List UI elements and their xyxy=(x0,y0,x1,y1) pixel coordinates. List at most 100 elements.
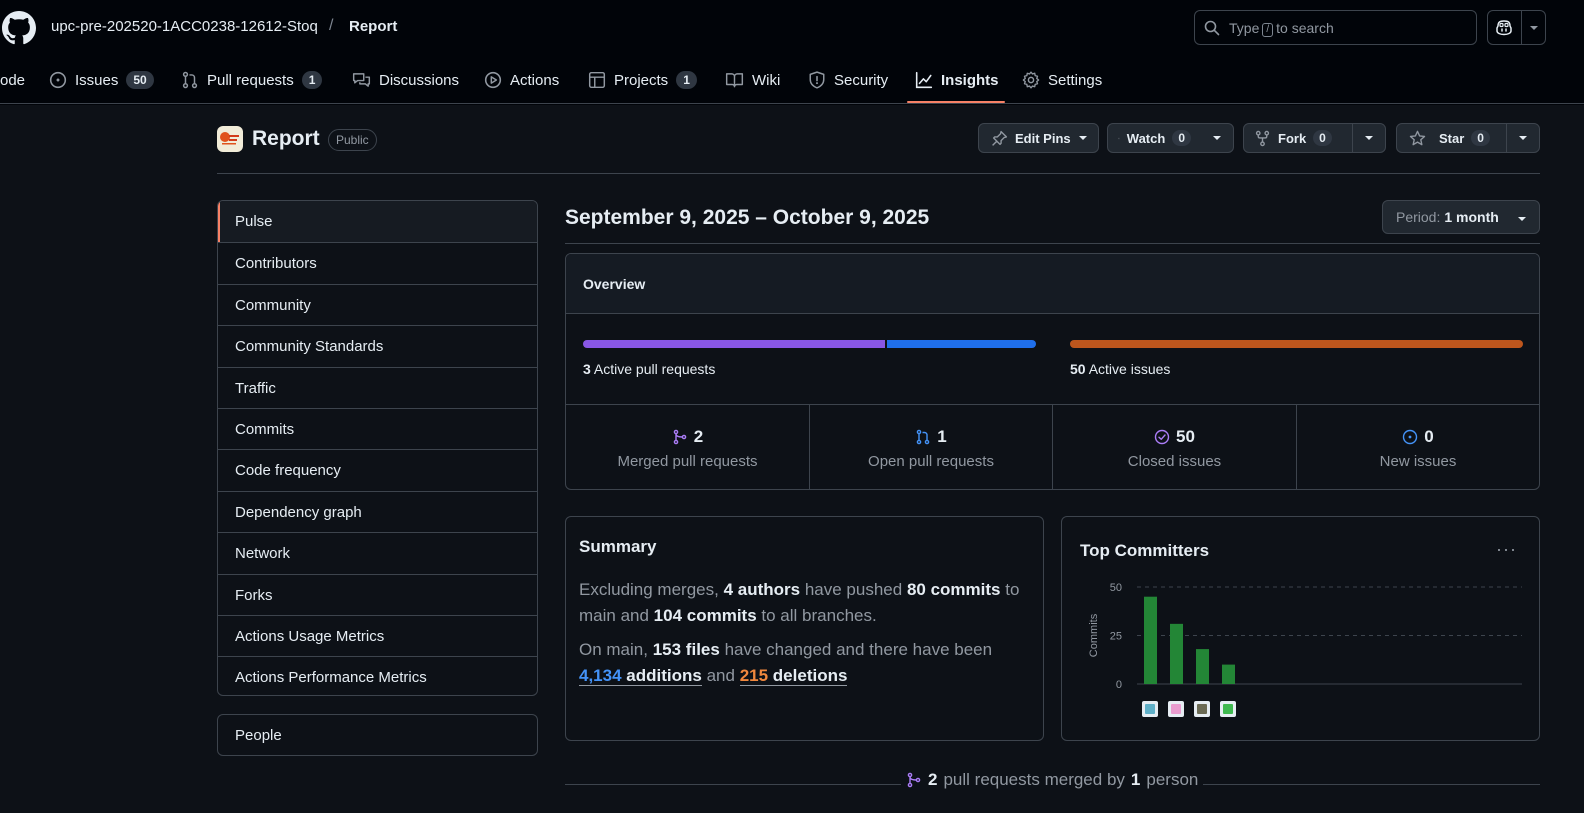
stat-label: Merged pull requests xyxy=(617,453,758,470)
summary-panel: Summary Excluding merges, 4 authors have… xyxy=(565,516,1044,741)
stat-open-pull-requests[interactable]: 1 Open pull requests xyxy=(809,405,1052,489)
sidebar-item-network[interactable]: Network xyxy=(218,532,537,573)
github-logo-icon[interactable] xyxy=(2,11,36,45)
sidebar-item-pulse[interactable]: Pulse xyxy=(218,201,537,242)
tab-actions[interactable]: Actions xyxy=(484,56,559,104)
visibility-badge: Public xyxy=(328,129,377,151)
tab-wiki-label: Wiki xyxy=(752,71,781,89)
closed-segment xyxy=(1070,340,1523,348)
bar[interactable] xyxy=(1196,649,1209,684)
stat-value: 0 xyxy=(1424,427,1434,446)
stat-merged-pull-requests[interactable]: 2 Merged pull requests xyxy=(566,405,809,489)
avatar-image xyxy=(1223,704,1233,714)
stat-new-issues[interactable]: 0 New issues xyxy=(1296,405,1539,489)
stat-closed-issues[interactable]: 50 Closed issues xyxy=(1052,405,1296,489)
period-select[interactable]: Period: 1 month xyxy=(1382,200,1540,234)
period-title: September 9, 2025 – October 9, 2025 xyxy=(565,206,930,229)
bar[interactable] xyxy=(1222,664,1235,684)
git-merge-icon xyxy=(907,772,921,788)
fork-button[interactable]: Fork 0 xyxy=(1243,123,1386,153)
edit-pins-button[interactable]: Edit Pins xyxy=(978,123,1099,153)
tab-discussions-label: Discussions xyxy=(379,71,460,89)
tab-issues[interactable]: Issues 50 xyxy=(49,56,154,104)
sidebar-item-actions-usage-metrics[interactable]: Actions Usage Metrics xyxy=(218,615,537,656)
breadcrumb-owner[interactable]: upc-pre-202520-1ACC0238-12612-Stoq xyxy=(51,18,318,35)
sidebar-item-people[interactable]: People xyxy=(217,714,538,756)
graph-icon xyxy=(915,71,933,89)
sidebar-item-forks[interactable]: Forks xyxy=(218,573,537,615)
issue-opened-icon xyxy=(1403,429,1418,445)
bar[interactable] xyxy=(1170,623,1183,684)
star-icon xyxy=(1409,130,1426,145)
comment-discussion-icon xyxy=(352,73,371,87)
avatar-image xyxy=(1145,704,1155,714)
tab-code[interactable]: ode xyxy=(0,56,25,104)
tab-projects[interactable]: Projects 1 xyxy=(588,56,697,104)
files-count: 153 files xyxy=(652,640,720,659)
sidebar-item-traffic[interactable]: Traffic xyxy=(218,366,537,408)
watch-button[interactable]: Watch 0 xyxy=(1107,123,1234,153)
copilot-icon xyxy=(1496,20,1512,36)
star-button[interactable]: Star 0 xyxy=(1396,123,1540,153)
sidebar-item-code-frequency[interactable]: Code frequency xyxy=(218,449,537,490)
sidebar-item-contributors[interactable]: Contributors xyxy=(218,242,537,283)
repo-title[interactable]: Report xyxy=(252,127,320,151)
y-tick-label: 50 xyxy=(1110,582,1122,594)
tab-issues-count: 50 xyxy=(126,71,154,89)
breadcrumb-repo[interactable]: Report xyxy=(349,18,397,35)
tab-insights[interactable]: Insights xyxy=(915,56,999,104)
active-pull-requests-bar[interactable] xyxy=(583,340,1036,348)
deletions-link[interactable]: 215 deletions xyxy=(739,666,848,686)
tab-discussions[interactable]: Discussions xyxy=(352,56,459,104)
copilot-button[interactable] xyxy=(1487,10,1546,45)
tab-pull-requests[interactable]: Pull requests 1 xyxy=(181,56,323,104)
tab-settings[interactable]: Settings xyxy=(1022,56,1102,104)
active-pull-requests-label: Active pull requests xyxy=(593,361,716,377)
merged-pull-requests-heading: 2 pull requests merged by 1 person xyxy=(901,770,1204,790)
summary-commits-text: Excluding merges, 4 authors have pushed … xyxy=(579,580,1020,625)
shield-icon xyxy=(809,71,825,89)
chevron-down-icon[interactable] xyxy=(1529,24,1539,32)
tab-security[interactable]: Security xyxy=(808,56,888,104)
star-dropdown[interactable] xyxy=(1506,124,1539,152)
divider xyxy=(217,173,1540,174)
repo-navigation: ode Issues 50 Pull requests 1 Discussion… xyxy=(0,56,1584,104)
watch-dropdown[interactable] xyxy=(1201,124,1233,152)
stat-value: 50 xyxy=(1176,427,1195,446)
sidebar-item-dependency-graph[interactable]: Dependency graph xyxy=(218,490,537,532)
fork-label: Fork xyxy=(1278,130,1307,146)
chevron-down-icon xyxy=(1518,217,1526,221)
global-header: upc-pre-202520-1ACC0238-12612-Stoq / Rep… xyxy=(0,0,1584,56)
additions-link[interactable]: 4,134 additions xyxy=(579,666,702,686)
overview-stats: 2 Merged pull requests 1 Open pull reque… xyxy=(566,404,1539,489)
search-shortcut-key: / xyxy=(1262,23,1274,37)
divider xyxy=(565,243,1540,244)
active-pull-requests-summary[interactable]: 3 Active pull requests xyxy=(583,361,715,377)
stat-value: 1 xyxy=(937,427,947,446)
active-issues-bar[interactable] xyxy=(1070,340,1523,348)
watch-count: 0 xyxy=(1172,130,1191,146)
active-issues-summary[interactable]: 50 Active issues xyxy=(1070,361,1170,377)
eye-icon xyxy=(1118,137,1120,139)
tab-settings-label: Settings xyxy=(1048,71,1103,89)
commits-main-count: 80 commits xyxy=(906,580,1001,599)
tab-pull-requests-count: 1 xyxy=(301,71,323,89)
tab-actions-label: Actions xyxy=(510,71,560,89)
sidebar-item-commits[interactable]: Commits xyxy=(218,408,537,449)
breadcrumb-separator: / xyxy=(329,17,334,34)
tab-code-label: ode xyxy=(0,71,26,89)
stat-value: 2 xyxy=(693,427,704,446)
sidebar-item-community-standards[interactable]: Community Standards xyxy=(218,325,537,366)
git-pull-request-icon xyxy=(916,429,930,445)
sidebar-item-actions-performance-metrics[interactable]: Actions Performance Metrics xyxy=(218,656,537,695)
star-label: Star xyxy=(1439,130,1465,146)
sidebar-item-community[interactable]: Community xyxy=(218,283,537,325)
bar[interactable] xyxy=(1144,596,1157,684)
fork-dropdown[interactable] xyxy=(1352,124,1385,152)
tab-wiki[interactable]: Wiki xyxy=(725,56,780,104)
git-pull-request-icon xyxy=(182,71,198,89)
search-input[interactable]: Type / to search xyxy=(1194,10,1477,45)
y-tick-label: 25 xyxy=(1110,631,1122,643)
stat-label: Open pull requests xyxy=(868,453,994,470)
commits-all-count: 104 commits xyxy=(653,606,757,625)
